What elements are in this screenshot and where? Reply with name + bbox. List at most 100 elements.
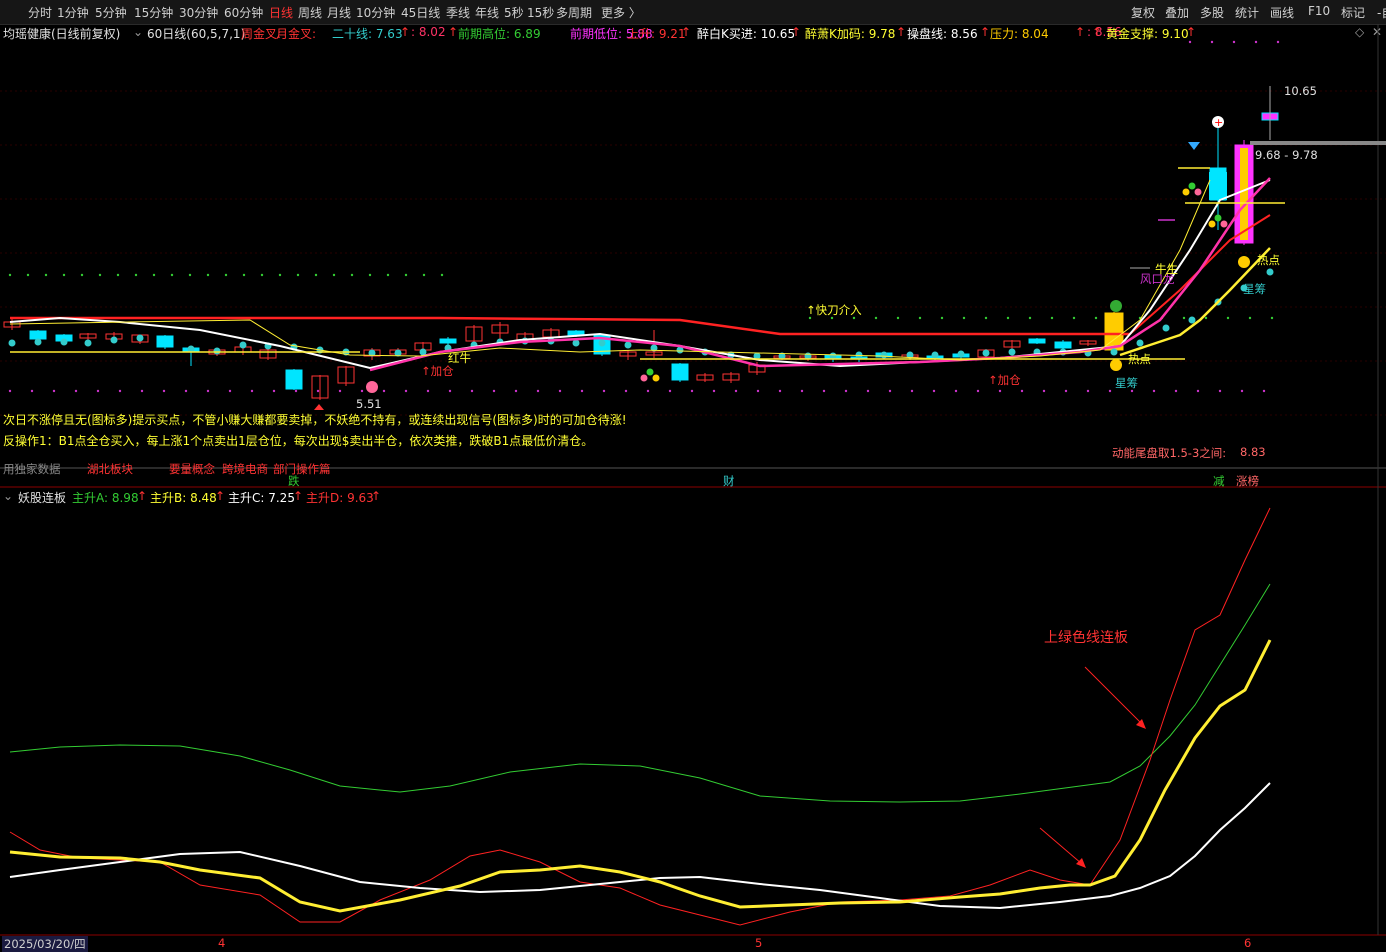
magenta-dot bbox=[448, 389, 452, 393]
mark-die: 跌 bbox=[288, 474, 300, 488]
range-label: 9.68 - 9.78 bbox=[1255, 148, 1318, 162]
magenta-dot bbox=[52, 389, 56, 393]
hongniu-label: 红牛 bbox=[448, 351, 471, 365]
candle-body bbox=[439, 338, 457, 344]
green-dot bbox=[80, 273, 84, 277]
magenta-dot bbox=[514, 389, 518, 393]
green-dot bbox=[984, 316, 988, 320]
magenta-dot bbox=[778, 389, 782, 393]
signal-dot bbox=[1136, 339, 1144, 347]
green-dot bbox=[206, 273, 210, 277]
magenta-dot bbox=[8, 389, 12, 393]
signal-dot bbox=[624, 341, 632, 349]
green-dot bbox=[896, 316, 900, 320]
line-zhusheng-a bbox=[9, 583, 1271, 803]
magenta-dot bbox=[822, 389, 826, 393]
magenta-dot bbox=[206, 389, 210, 393]
date-cursor-label: 2025/03/20/四 bbox=[2, 936, 88, 952]
magenta-dot bbox=[646, 389, 650, 393]
concept-tag-0[interactable]: 用独家数据 bbox=[3, 461, 61, 477]
candle-body bbox=[1054, 341, 1072, 349]
badge-icon bbox=[366, 381, 378, 393]
signal-dot bbox=[8, 339, 16, 347]
green-dot bbox=[440, 273, 444, 277]
magenta-dot bbox=[250, 389, 254, 393]
magenta-dot bbox=[426, 389, 430, 393]
green-dot bbox=[1182, 316, 1186, 320]
magenta-dot bbox=[316, 389, 320, 393]
magenta-dot bbox=[888, 389, 892, 393]
green-dot bbox=[1094, 316, 1098, 320]
green-dot bbox=[874, 316, 878, 320]
redian-label-2: 热点 bbox=[1257, 253, 1280, 267]
green-dot bbox=[116, 273, 120, 277]
chevron-down-icon[interactable]: ⌄ bbox=[3, 489, 13, 503]
magenta-dot bbox=[1188, 40, 1192, 44]
magenta-dot bbox=[360, 389, 364, 393]
cluster-icon bbox=[1214, 214, 1222, 222]
redian-label-1: 热点 bbox=[1128, 352, 1151, 366]
green-dot bbox=[314, 273, 318, 277]
concept-tag-4[interactable]: 部门操作篇 bbox=[273, 461, 331, 477]
candle-body bbox=[156, 335, 174, 348]
magenta-dot bbox=[844, 389, 848, 393]
xingchou-label-2: 星筹 bbox=[1243, 282, 1266, 296]
sub-indicator-value-0: 主升A: 8.98 bbox=[72, 491, 139, 505]
green-dot bbox=[296, 273, 300, 277]
magenta-dot bbox=[998, 389, 1002, 393]
green-dot bbox=[224, 273, 228, 277]
magenta-dot bbox=[140, 389, 144, 393]
concept-tag-2[interactable]: 要量概念 bbox=[169, 461, 215, 477]
candle-body bbox=[1028, 338, 1046, 344]
cluster-icon bbox=[1182, 188, 1190, 196]
annotation-arrowhead bbox=[1136, 719, 1146, 729]
magenta-dot bbox=[118, 389, 122, 393]
cluster-icon bbox=[1194, 188, 1202, 196]
concept-tag-1[interactable]: 湖北板块 bbox=[87, 461, 133, 477]
concept-tag-3[interactable]: 跨境电商 bbox=[222, 461, 268, 477]
signal-dot bbox=[60, 338, 68, 346]
green-dot bbox=[134, 273, 138, 277]
axis-month-4: 4 bbox=[218, 936, 226, 950]
magenta-dot bbox=[382, 389, 386, 393]
green-dot bbox=[404, 273, 408, 277]
magenta-dot bbox=[338, 389, 342, 393]
sub-indicator-value-6: 主升D: 9.63 bbox=[306, 491, 374, 505]
magenta-dot bbox=[1152, 389, 1156, 393]
magenta-dot bbox=[690, 389, 694, 393]
jiacang-label-2: ↑加仓 bbox=[988, 373, 1021, 387]
sub-indicator-title[interactable]: 妖股连板 bbox=[18, 489, 66, 506]
magenta-dot bbox=[602, 389, 606, 393]
green-dot bbox=[170, 273, 174, 277]
line-zhusheng-c bbox=[9, 782, 1271, 910]
magenta-dot bbox=[976, 389, 980, 393]
sub-indicator-value-3: ↑ bbox=[215, 489, 226, 503]
signal-dot bbox=[84, 339, 92, 347]
green-dot bbox=[44, 273, 48, 277]
magenta-dot bbox=[1042, 389, 1046, 393]
dollar-icon bbox=[1110, 359, 1122, 371]
signal-dot bbox=[213, 347, 221, 355]
magenta-dot bbox=[536, 389, 540, 393]
xingchou-label-1: 星筹 bbox=[1115, 376, 1138, 390]
magenta-dot bbox=[910, 389, 914, 393]
magenta-dot bbox=[74, 389, 78, 393]
magenta-dot bbox=[932, 389, 936, 393]
annotation-arrow bbox=[1039, 827, 1083, 865]
candle-highlight bbox=[1240, 148, 1248, 240]
kuaidao-label: ↑快刀介入 bbox=[806, 303, 862, 317]
cluster-icon bbox=[1208, 220, 1216, 228]
signal-dot bbox=[957, 350, 965, 358]
magenta-dot bbox=[404, 389, 408, 393]
magenta-dot bbox=[492, 389, 496, 393]
cluster-icon bbox=[652, 374, 660, 382]
signal-dot bbox=[239, 341, 247, 349]
green-dot bbox=[422, 273, 426, 277]
green-dot bbox=[1226, 316, 1230, 320]
green-dot bbox=[918, 316, 922, 320]
plus-icon: + bbox=[1214, 116, 1223, 129]
magenta-dot bbox=[1064, 389, 1068, 393]
cluster-icon bbox=[640, 374, 648, 382]
magenta-dot bbox=[1086, 389, 1090, 393]
signal-dot bbox=[1188, 316, 1196, 324]
